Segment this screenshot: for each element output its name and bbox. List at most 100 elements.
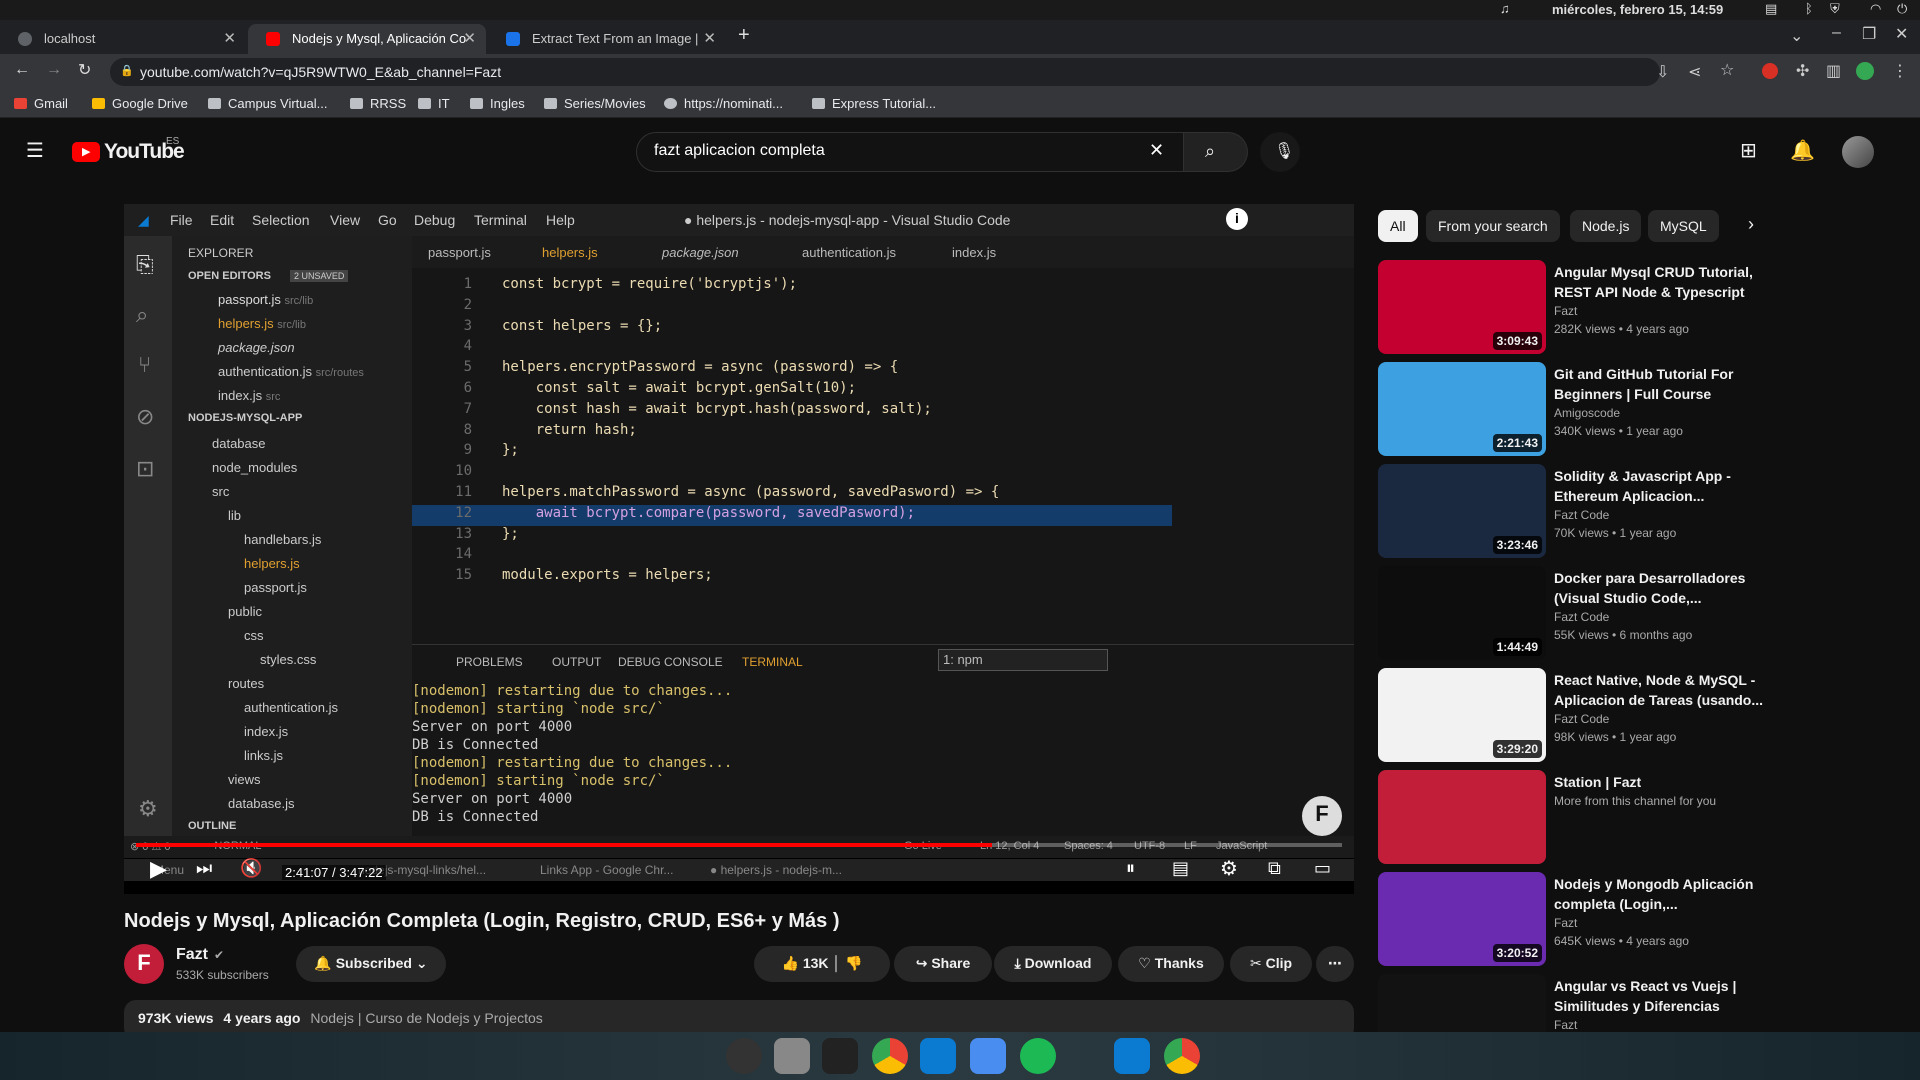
thanks-button[interactable]: ♡ Thanks	[1118, 946, 1224, 982]
close-icon[interactable]: ✕	[223, 29, 236, 47]
bookmark-series[interactable]: Series/Movies	[544, 96, 646, 111]
recommended-video[interactable]: Station | Fazt More from this channel for…	[1378, 770, 1898, 866]
share-button[interactable]: ↪ Share	[894, 946, 992, 982]
theater-mode-button[interactable]: ▭	[1314, 858, 1331, 879]
close-icon[interactable]: ✕	[463, 29, 476, 47]
install-icon[interactable]: ⇩	[1656, 62, 1669, 82]
channel-avatar[interactable]: F	[124, 944, 164, 984]
vscode-running-icon[interactable]	[1114, 1038, 1150, 1074]
notifications-bell-icon[interactable]: 🔔	[1790, 138, 1815, 163]
video-thumbnail[interactable]: 3:09:43	[1378, 260, 1546, 354]
download-button[interactable]: ⤓ Download	[994, 946, 1112, 982]
play-button[interactable]: ▶	[150, 856, 167, 882]
reload-icon[interactable]: ↻	[78, 60, 91, 80]
recommended-title[interactable]: Solidity & Javascript App - Ethereum Apl…	[1554, 466, 1764, 506]
recommended-channel[interactable]: Fazt Code	[1554, 610, 1609, 624]
profile-avatar[interactable]	[1856, 62, 1874, 80]
bookmark-nominati[interactable]: https://nominati...	[664, 96, 783, 111]
video-thumbnail[interactable]: 1:44:49	[1378, 566, 1546, 660]
more-actions-button[interactable]: ⋯	[1316, 946, 1354, 982]
recommended-channel[interactable]: Fazt	[1554, 1018, 1577, 1032]
extension-icon[interactable]	[1762, 63, 1778, 79]
launcher-icon[interactable]	[726, 1038, 762, 1074]
recommended-video[interactable]: 1:44:49 Docker para Desarrolladores (Visu…	[1378, 566, 1898, 662]
tasks-icon[interactable]	[970, 1038, 1006, 1074]
tab-extract-text[interactable]: Extract Text From an Image | ✕	[488, 24, 726, 54]
chrome-icon[interactable]	[872, 1038, 908, 1074]
chrome-running-icon[interactable]	[1164, 1038, 1200, 1074]
youtube-logo-icon[interactable]: ▶	[72, 142, 100, 162]
chip-mysql[interactable]: MySQL	[1648, 210, 1719, 242]
recommended-video[interactable]: 3:23:46 Solidity & Javascript App - Ether…	[1378, 464, 1898, 560]
recommended-title[interactable]: Station | Fazt	[1554, 772, 1764, 792]
search-button[interactable]: ⌕	[1184, 132, 1248, 172]
shield-icon[interactable]: ⛨	[1830, 1, 1840, 17]
bookmark-ingles[interactable]: Ingles	[470, 96, 525, 111]
video-player[interactable]: ◢ File Edit Selection View Go Debug Term…	[124, 204, 1354, 894]
clip-button[interactable]: ✂ Clip	[1230, 946, 1312, 982]
channel-watermark[interactable]: F	[1302, 796, 1342, 836]
terminal-icon[interactable]	[822, 1038, 858, 1074]
hamburger-menu-icon[interactable]: ☰	[26, 138, 44, 163]
video-thumbnail[interactable]: 3:23:46	[1378, 464, 1546, 558]
account-avatar[interactable]	[1842, 136, 1874, 168]
clear-search-icon[interactable]: ✕	[1149, 140, 1164, 161]
recommended-channel[interactable]: Fazt Code	[1554, 712, 1609, 726]
subscribed-button[interactable]: 🔔 Subscribed ⌄	[296, 946, 446, 982]
recommended-video[interactable]: 3:09:43 Angular Mysql CRUD Tutorial, REST…	[1378, 260, 1898, 356]
video-thumbnail[interactable]: 2:21:43	[1378, 362, 1546, 456]
subtitles-button[interactable]: ▤	[1172, 858, 1189, 879]
video-thumbnail[interactable]: 3:29:20	[1378, 668, 1546, 762]
maximize-button[interactable]: ❐	[1862, 24, 1876, 44]
recommended-video[interactable]: 3:29:20 React Native, Node & MySQL - Apli…	[1378, 668, 1898, 764]
recommended-title[interactable]: Git and GitHub Tutorial For Beginners | …	[1554, 364, 1764, 404]
recommended-title[interactable]: Docker para Desarrolladores (Visual Stud…	[1554, 568, 1764, 608]
recommended-channel[interactable]: Fazt	[1554, 916, 1577, 930]
recommended-title[interactable]: Angular vs React vs Vuejs | Similitudes …	[1554, 976, 1764, 1016]
wifi-icon[interactable]: ◠	[1870, 1, 1881, 17]
tab-search-icon[interactable]: ⌄	[1790, 26, 1803, 46]
back-icon[interactable]: ←	[14, 61, 30, 79]
create-video-icon[interactable]: ⊞	[1740, 138, 1757, 163]
recommended-title[interactable]: Nodejs y Mongodb Aplicación completa (Lo…	[1554, 874, 1764, 914]
like-button[interactable]: 👍 13K │ 👎	[754, 946, 890, 982]
lock-icon[interactable]: 🔒	[120, 64, 134, 77]
forward-icon[interactable]: →	[46, 61, 62, 79]
bookmark-gmail[interactable]: Gmail	[14, 96, 68, 111]
puzzle-icon[interactable]: ✣	[1796, 61, 1809, 81]
chip-all[interactable]: All	[1378, 210, 1418, 242]
mute-button[interactable]: 🔇	[240, 858, 262, 879]
share-icon[interactable]: ⋖	[1688, 62, 1701, 82]
recommended-video[interactable]: 3:20:52 Nodejs y Mongodb Aplicación compl…	[1378, 872, 1898, 968]
bookmark-express[interactable]: Express Tutorial...	[812, 96, 936, 111]
recommended-channel[interactable]: Amigoscode	[1554, 406, 1620, 420]
recommended-title[interactable]: Angular Mysql CRUD Tutorial, REST API No…	[1554, 262, 1764, 302]
bookmark-star-icon[interactable]: ☆	[1720, 60, 1734, 80]
more-menu-icon[interactable]: ⋮	[1892, 61, 1908, 81]
spotify-icon[interactable]	[1020, 1038, 1056, 1074]
chip-from-your-search[interactable]: From your search	[1426, 210, 1560, 242]
recommended-channel[interactable]: Fazt Code	[1554, 508, 1609, 522]
chevron-right-icon[interactable]: ›	[1748, 214, 1754, 235]
info-icon[interactable]: i	[1226, 208, 1248, 230]
miniplayer-button[interactable]: ⧉	[1268, 858, 1281, 879]
bookmark-rrss[interactable]: RRSS	[350, 96, 406, 111]
vscode-icon[interactable]	[920, 1038, 956, 1074]
bookmark-campus[interactable]: Campus Virtual...	[208, 96, 327, 111]
power-icon[interactable]: ⏻	[1897, 1, 1907, 17]
recommended-channel[interactable]: Fazt	[1554, 304, 1577, 318]
close-icon[interactable]: ✕	[703, 29, 716, 47]
os-clock[interactable]: miércoles, febrero 15, 14:59	[1552, 2, 1723, 17]
recommended-title[interactable]: React Native, Node & MySQL - Aplicacion …	[1554, 670, 1764, 710]
minimize-button[interactable]: –	[1832, 24, 1841, 42]
playlist-link[interactable]: Nodejs | Curso de Nodejs y Projectos	[310, 1010, 542, 1026]
bluetooth-icon[interactable]: ᛒ	[1805, 1, 1813, 16]
close-window-button[interactable]: ✕	[1895, 24, 1908, 44]
files-icon[interactable]	[774, 1038, 810, 1074]
bookmark-drive[interactable]: Google Drive	[92, 96, 188, 111]
bookmark-it[interactable]: IT	[418, 96, 450, 111]
tab-localhost[interactable]: localhost ✕	[0, 24, 246, 54]
channel-name[interactable]: Fazt	[176, 946, 208, 964]
tab-youtube[interactable]: Nodejs y Mysql, Aplicación Co ✕	[248, 24, 486, 54]
url-field[interactable]: 🔒 youtube.com/watch?v=qJ5R9WTW0_E&ab_cha…	[110, 58, 1660, 86]
